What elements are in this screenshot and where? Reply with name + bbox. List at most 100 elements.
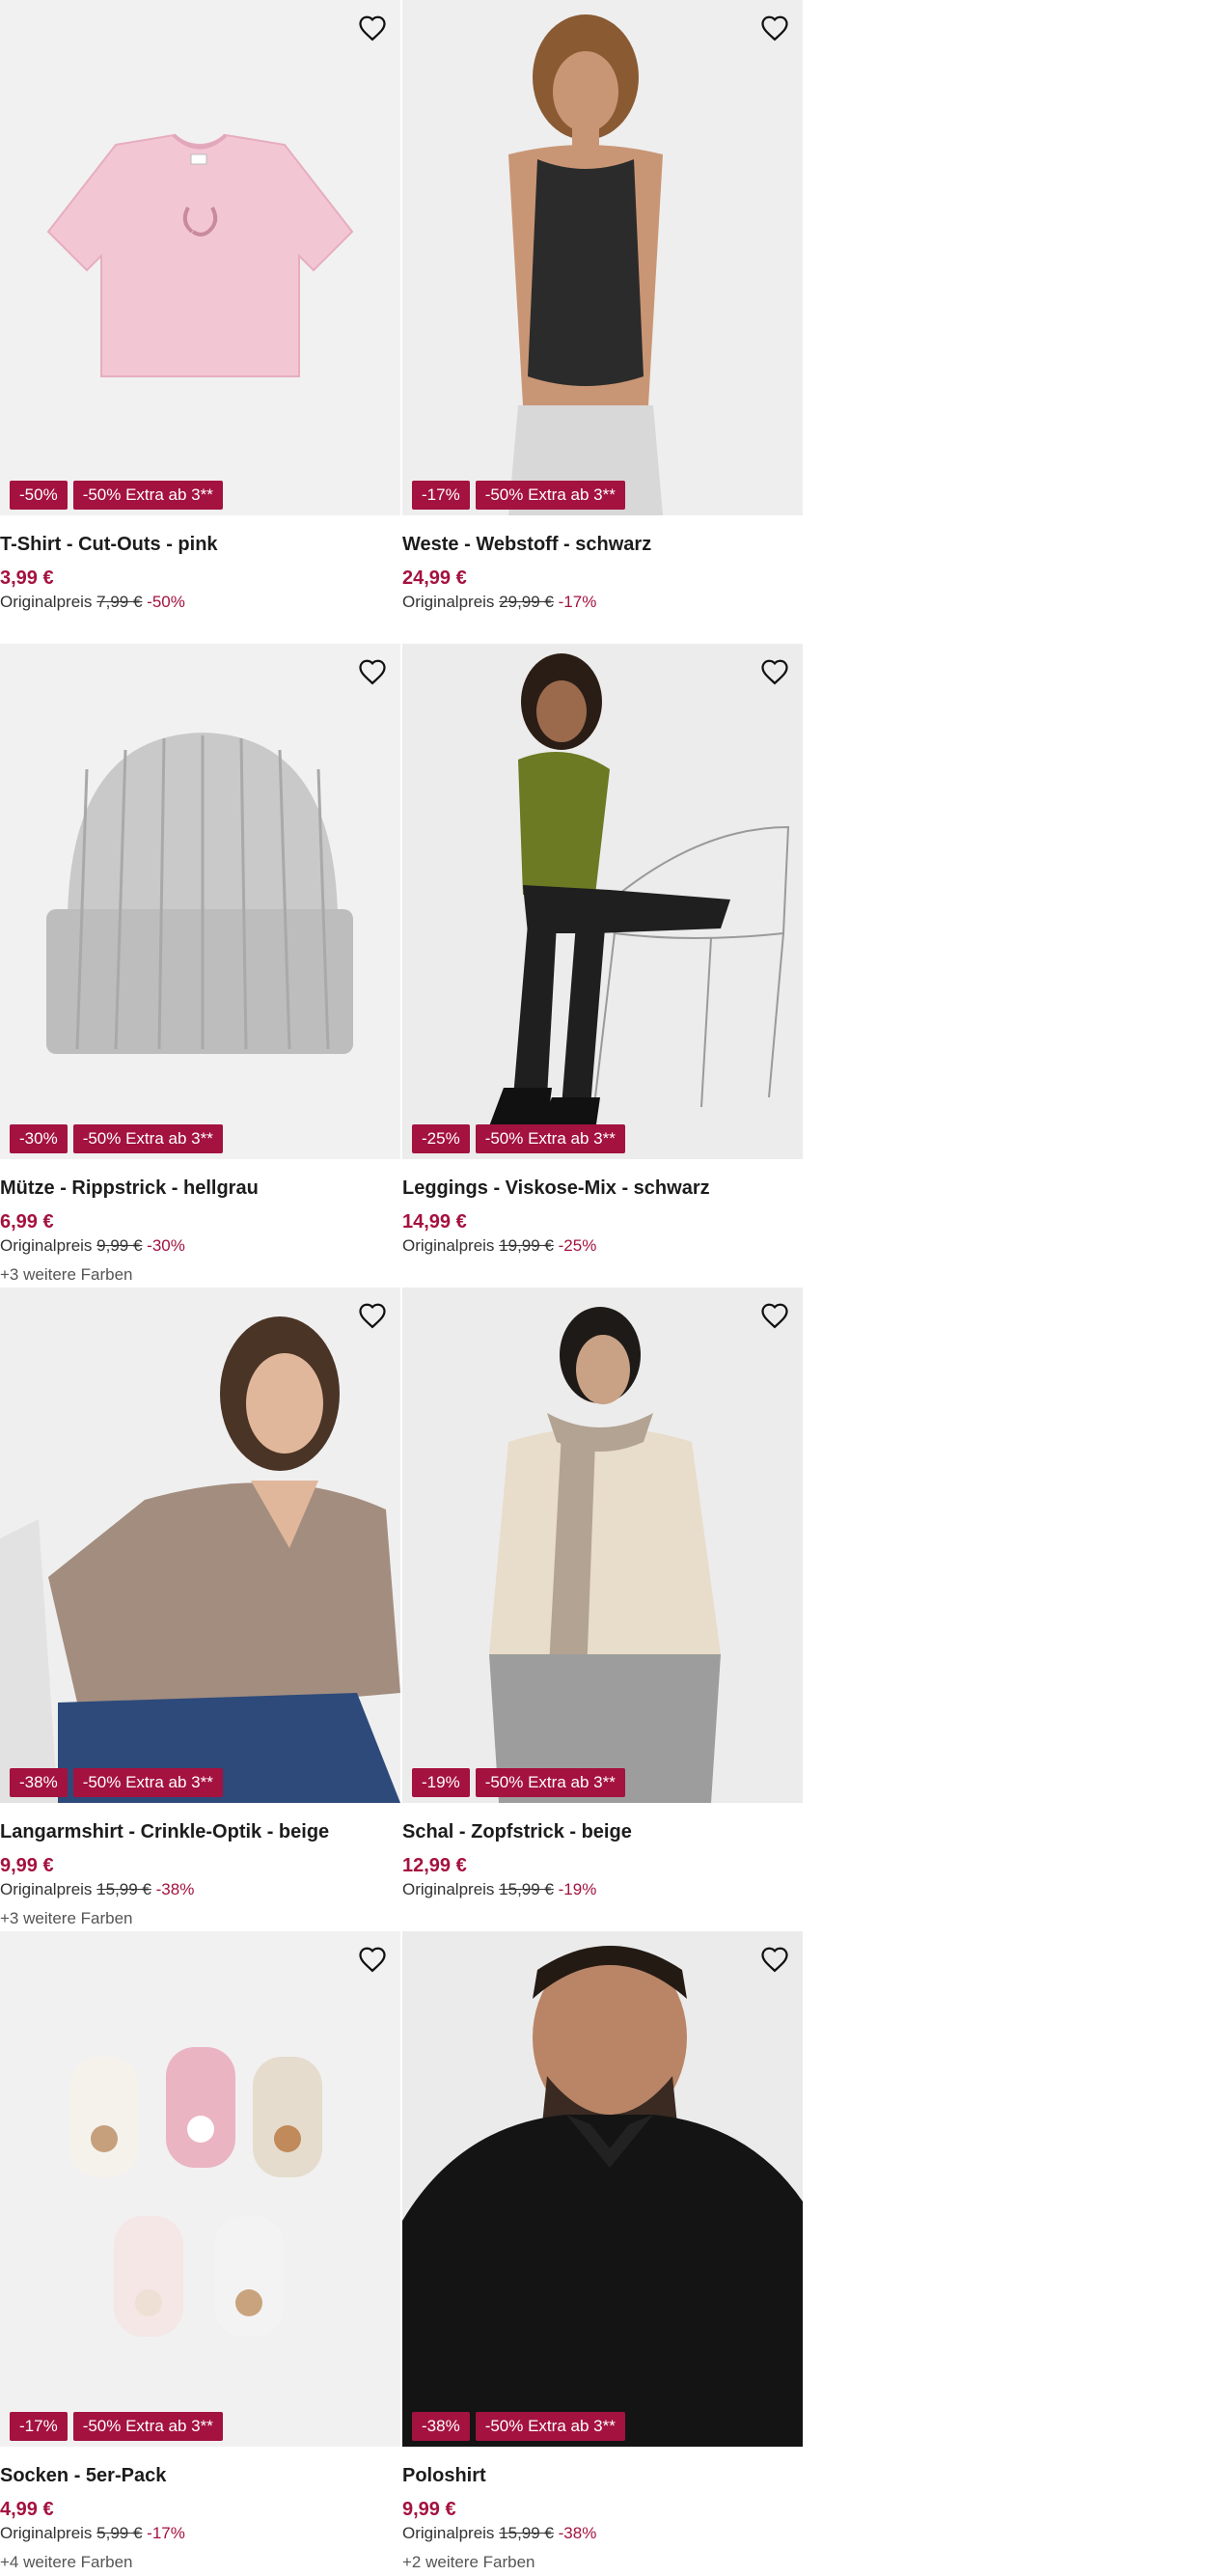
- original-price-row: Originalpreis 15,99 € -19%: [402, 1879, 803, 1900]
- product-price: 9,99 €: [0, 1855, 54, 1876]
- product-price: 12,99 €: [402, 1855, 467, 1876]
- discount-percent: -38%: [558, 2524, 597, 2542]
- socks-pack-image: [69, 2047, 322, 2337]
- original-price-label: Originalpreis: [0, 2524, 93, 2542]
- product-price: 24,99 €: [402, 568, 467, 589]
- original-price-label: Originalpreis: [402, 1236, 495, 1255]
- original-price: 5,99 €: [96, 2524, 143, 2542]
- wishlist-heart-icon[interactable]: [356, 655, 389, 688]
- product-title[interactable]: Weste - Webstoff - schwarz: [402, 532, 803, 557]
- product-title[interactable]: Poloshirt: [402, 2463, 803, 2488]
- original-price-row: Originalpreis 19,99 € -25%: [402, 1235, 803, 1257]
- badge-row: -19% -50% Extra ab 3**: [412, 1768, 625, 1797]
- extra-discount-badge: -50% Extra ab 3**: [72, 1768, 223, 1797]
- product-info: Leggings - Viskose-Mix - schwarz 14,99 €…: [402, 1159, 803, 1257]
- wishlist-heart-icon[interactable]: [758, 655, 791, 688]
- original-price-label: Originalpreis: [0, 593, 93, 611]
- product-image[interactable]: -50% -50% Extra ab 3**: [0, 0, 400, 515]
- product-image[interactable]: -17% -50% Extra ab 3**: [402, 0, 803, 515]
- product-title[interactable]: Socken - 5er-Pack: [0, 2463, 400, 2488]
- product-title[interactable]: Mütze - Rippstrick - hellgrau: [0, 1176, 400, 1201]
- badge-row: -38% -50% Extra ab 3**: [10, 1768, 223, 1797]
- wishlist-heart-icon[interactable]: [758, 12, 791, 44]
- product-image[interactable]: -17% -50% Extra ab 3**: [0, 1931, 400, 2447]
- original-price: 19,99 €: [499, 1236, 554, 1255]
- discount-badge: -25%: [412, 1124, 470, 1153]
- product-info: Langarmshirt - Crinkle-Optik - beige 9,9…: [0, 1803, 400, 1929]
- discount-percent: -17%: [147, 2524, 185, 2542]
- model-longsleeve-image: [0, 1288, 400, 1803]
- wishlist-heart-icon[interactable]: [758, 1299, 791, 1332]
- original-price: 15,99 €: [499, 2524, 554, 2542]
- original-price-row: Originalpreis 15,99 € -38%: [402, 2523, 803, 2544]
- product-info: Weste - Webstoff - schwarz 24,99 € Origi…: [402, 515, 803, 613]
- more-colors[interactable]: +3 weitere Farben: [0, 1908, 400, 1929]
- wishlist-heart-icon[interactable]: [356, 1299, 389, 1332]
- product-title[interactable]: Langarmshirt - Crinkle-Optik - beige: [0, 1819, 400, 1844]
- product-card[interactable]: -38% -50% Extra ab 3** Langarmshirt - Cr…: [0, 1288, 400, 1931]
- product-card[interactable]: -17% -50% Extra ab 3** Weste - Webstoff …: [402, 0, 803, 644]
- discount-badge: -38%: [10, 1768, 68, 1797]
- product-image[interactable]: -38% -50% Extra ab 3**: [0, 1288, 400, 1803]
- wishlist-heart-icon[interactable]: [356, 1943, 389, 1976]
- product-card[interactable]: -38% -50% Extra ab 3** Poloshirt 9,99 € …: [402, 1931, 803, 2575]
- product-title[interactable]: Schal - Zopfstrick - beige: [402, 1819, 803, 1844]
- more-colors[interactable]: +3 weitere Farben: [0, 1264, 400, 1286]
- discount-badge: -19%: [412, 1768, 470, 1797]
- product-title[interactable]: Leggings - Viskose-Mix - schwarz: [402, 1176, 803, 1201]
- model-scarf-image: [402, 1288, 803, 1803]
- model-vest-image: [402, 0, 803, 515]
- discount-badge: -30%: [10, 1124, 68, 1153]
- product-price: 4,99 €: [0, 2499, 54, 2520]
- product-info: Poloshirt 9,99 € Originalpreis 15,99 € -…: [402, 2447, 803, 2573]
- product-image[interactable]: -19% -50% Extra ab 3**: [402, 1288, 803, 1803]
- original-price: 15,99 €: [96, 1880, 151, 1898]
- wishlist-heart-icon[interactable]: [758, 1943, 791, 1976]
- product-title[interactable]: T-Shirt - Cut-Outs - pink: [0, 532, 400, 557]
- product-info: T-Shirt - Cut-Outs - pink 3,99 € Origina…: [0, 515, 400, 613]
- more-colors[interactable]: +4 weitere Farben: [0, 2552, 400, 2573]
- product-card[interactable]: -19% -50% Extra ab 3** Schal - Zopfstric…: [402, 1288, 803, 1931]
- discount-percent: -38%: [155, 1880, 195, 1898]
- product-card[interactable]: -17% -50% Extra ab 3** Socken - 5er-Pack…: [0, 1931, 400, 2575]
- product-price: 6,99 €: [0, 1211, 54, 1233]
- original-price-row: Originalpreis 15,99 € -38%: [0, 1879, 400, 1900]
- product-card[interactable]: -30% -50% Extra ab 3** Mütze - Rippstric…: [0, 644, 400, 1288]
- badge-row: -17% -50% Extra ab 3**: [10, 2412, 223, 2441]
- discount-percent: -25%: [558, 1236, 597, 1255]
- more-colors[interactable]: +2 weitere Farben: [402, 2552, 803, 2573]
- original-price-row: Originalpreis 29,99 € -17%: [402, 592, 803, 613]
- badge-row: -30% -50% Extra ab 3**: [10, 1124, 223, 1153]
- product-image[interactable]: -38% -50% Extra ab 3**: [402, 1931, 803, 2447]
- product-grid: -50% -50% Extra ab 3** T-Shirt - Cut-Out…: [0, 0, 805, 2575]
- discount-percent: -19%: [558, 1880, 597, 1898]
- product-image[interactable]: -25% -50% Extra ab 3**: [402, 644, 803, 1159]
- badge-row: -17% -50% Extra ab 3**: [412, 481, 625, 510]
- original-price-label: Originalpreis: [0, 1236, 93, 1255]
- product-price: 14,99 €: [402, 1211, 467, 1233]
- original-price-row: Originalpreis 7,99 € -50%: [0, 592, 400, 613]
- extra-discount-badge: -50% Extra ab 3**: [72, 1124, 223, 1153]
- original-price-row: Originalpreis 9,99 € -30%: [0, 1235, 400, 1257]
- wishlist-heart-icon[interactable]: [356, 12, 389, 44]
- badge-row: -38% -50% Extra ab 3**: [412, 2412, 625, 2441]
- extra-discount-badge: -50% Extra ab 3**: [72, 2412, 223, 2441]
- product-card[interactable]: -50% -50% Extra ab 3** T-Shirt - Cut-Out…: [0, 0, 400, 644]
- product-info: Schal - Zopfstrick - beige 12,99 € Origi…: [402, 1803, 803, 1900]
- extra-discount-badge: -50% Extra ab 3**: [475, 1768, 625, 1797]
- discount-percent: -17%: [558, 593, 597, 611]
- model-leggings-image: [402, 644, 803, 1159]
- original-price: 7,99 €: [96, 593, 143, 611]
- product-card[interactable]: -25% -50% Extra ab 3** Leggings - Viskos…: [402, 644, 803, 1288]
- original-price-label: Originalpreis: [402, 1880, 495, 1898]
- product-price: 3,99 €: [0, 568, 54, 589]
- original-price: 9,99 €: [96, 1236, 143, 1255]
- discount-badge: -17%: [10, 2412, 68, 2441]
- badge-row: -50% -50% Extra ab 3**: [10, 481, 223, 510]
- extra-discount-badge: -50% Extra ab 3**: [475, 2412, 625, 2441]
- discount-percent: -50%: [147, 593, 185, 611]
- product-info: Mütze - Rippstrick - hellgrau 6,99 € Ori…: [0, 1159, 400, 1286]
- discount-percent: -30%: [147, 1236, 185, 1255]
- model-poloshirt-image: [402, 1931, 803, 2447]
- product-image[interactable]: -30% -50% Extra ab 3**: [0, 644, 400, 1159]
